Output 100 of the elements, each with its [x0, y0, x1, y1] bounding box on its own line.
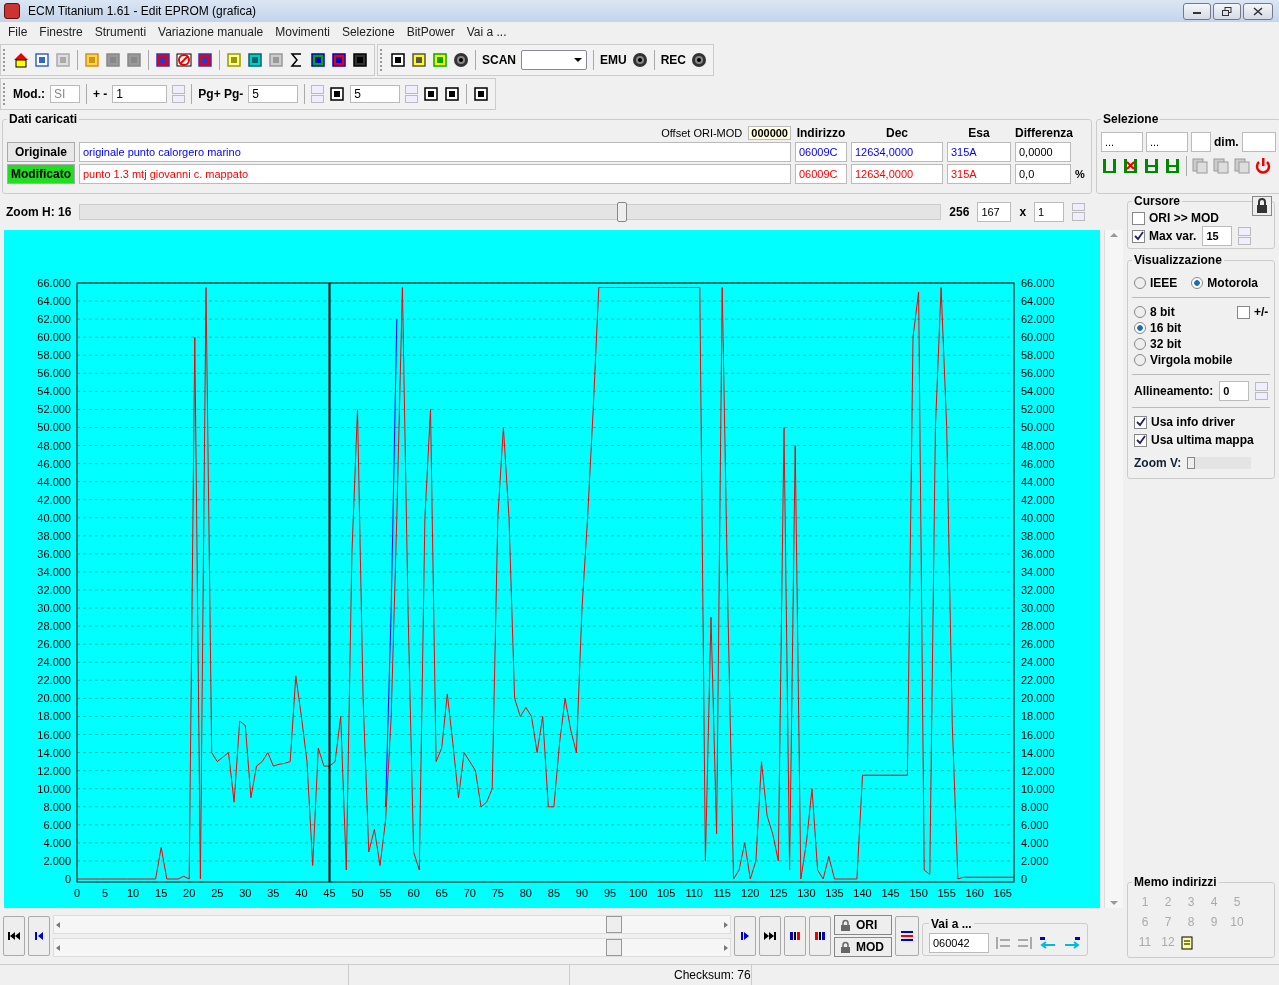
square-icon[interactable] — [105, 52, 121, 68]
hex-field[interactable]: 315A — [947, 142, 1011, 162]
bars-icon[interactable] — [1101, 157, 1119, 175]
letter-box-icon[interactable] — [473, 86, 490, 102]
x-tick-label: 95 — [603, 886, 617, 899]
power-icon[interactable] — [1254, 157, 1272, 175]
selection-field[interactable]: ... — [1101, 132, 1143, 152]
compare-button[interactable] — [895, 916, 919, 957]
scan-dropdown[interactable] — [521, 50, 587, 70]
option-checkbox[interactable]: Usa info driver — [1134, 414, 1269, 430]
y-tick-label: 50.000 — [37, 421, 71, 434]
slider-thumb[interactable] — [1187, 457, 1196, 469]
letter-box-icon[interactable] — [423, 86, 440, 102]
arrow-right-icon[interactable] — [1063, 935, 1081, 950]
x-tick-label: 35 — [267, 886, 280, 899]
forbidden-icon[interactable] — [176, 52, 192, 68]
ori-mod-checkbox[interactable]: ORI >> MOD — [1132, 210, 1271, 226]
swap-left-button[interactable] — [784, 916, 806, 957]
y-tick-label: 30.000 — [1021, 602, 1055, 614]
x-tick-label: 70 — [463, 886, 476, 899]
minimize-button[interactable] — [1183, 2, 1211, 20]
file-name-field[interactable]: punto 1.3 mtj giovanni c. mappato — [79, 164, 791, 184]
arrow-left-icon[interactable] — [54, 920, 62, 929]
zoom-v-slider[interactable] — [1187, 457, 1252, 469]
horizontal-scrollbar[interactable] — [53, 915, 731, 935]
mod-field[interactable]: SI — [50, 85, 80, 103]
record-icon[interactable] — [453, 52, 469, 68]
restore-button[interactable] — [1213, 2, 1241, 20]
ori-button[interactable]: ORI — [834, 915, 892, 936]
record-icon[interactable] — [631, 52, 648, 68]
menu-item[interactable]: Selezione — [335, 25, 401, 39]
letter-box-icon[interactable] — [444, 86, 461, 102]
menu-item[interactable]: Movimenti — [269, 25, 336, 39]
decimal-field[interactable]: 12634,0000 — [851, 142, 943, 162]
scroll-thumb[interactable] — [606, 916, 622, 934]
format-radio[interactable]: Motorola — [1191, 275, 1259, 291]
address-field[interactable]: 06009C — [795, 164, 847, 184]
slider-thumb[interactable] — [617, 201, 628, 222]
decimal-field[interactable]: 12634,0000 — [851, 164, 943, 184]
stack-bars-icon[interactable] — [1164, 157, 1182, 175]
vertical-scrollbar[interactable] — [1104, 229, 1123, 909]
arrow-right-icon[interactable] — [722, 920, 730, 929]
y-tick-label: 8.000 — [1021, 800, 1049, 813]
alignment-field[interactable]: 0 — [1219, 381, 1250, 401]
width-radio[interactable]: Virgola mobile — [1134, 352, 1233, 368]
menu-item[interactable]: Strumenti — [88, 25, 153, 39]
prev-button[interactable] — [28, 916, 50, 957]
zoom-h-slider[interactable] — [79, 203, 942, 220]
record-icon[interactable] — [691, 52, 708, 68]
zoom-value-field[interactable]: 167 — [977, 201, 1012, 222]
first-button[interactable] — [3, 916, 25, 957]
width-radio[interactable]: 8 bit — [1134, 304, 1175, 320]
option-checkbox[interactable]: Usa ultima mappa — [1134, 432, 1269, 448]
menu-item[interactable]: Variazione manuale — [152, 25, 270, 39]
menu-item[interactable]: Vai a ... — [460, 25, 513, 39]
mod-button[interactable]: MOD — [834, 937, 892, 958]
x-tick-label: 0 — [73, 886, 81, 899]
max-var-field[interactable]: 15 — [1202, 226, 1233, 246]
width-radio[interactable]: 32 bit — [1134, 336, 1182, 352]
y-tick-label: 64.000 — [37, 294, 71, 307]
difference-field[interactable]: 0,0 — [1015, 164, 1071, 184]
page-field[interactable]: 5 — [248, 85, 299, 103]
selection-field[interactable]: ... — [1146, 132, 1188, 152]
row-label-button[interactable]: Modificato — [7, 164, 75, 184]
menu-item[interactable]: BitPower — [400, 25, 461, 39]
sign-checkbox[interactable]: +/- — [1237, 304, 1269, 320]
width-radio[interactable]: 16 bit — [1134, 320, 1182, 336]
zoom-factor-field[interactable]: 1 — [1034, 201, 1065, 222]
menu-item[interactable]: Finestre — [33, 25, 89, 39]
arrow-left-icon[interactable] — [1039, 935, 1057, 950]
max-var-checkbox[interactable]: Max var. — [1132, 228, 1197, 244]
plus-bars-icon[interactable] — [1143, 157, 1161, 175]
house-icon[interactable] — [13, 52, 29, 68]
close-button[interactable] — [1243, 2, 1273, 20]
step-field[interactable]: 1 — [112, 85, 168, 103]
hex-field[interactable]: 315A — [947, 164, 1011, 184]
address-field[interactable]: 06009C — [795, 142, 847, 162]
offset-value: 000000 — [748, 126, 791, 140]
file-name-field[interactable]: originale punto calorgero marino — [79, 142, 791, 162]
menu-item[interactable]: File — [2, 25, 34, 39]
y-tick-label: 28.000 — [1021, 620, 1055, 633]
horizontal-scrollbar[interactable] — [53, 938, 731, 958]
next-button[interactable] — [734, 916, 756, 957]
square-icon[interactable] — [126, 52, 142, 68]
x-tick-label: 80 — [519, 886, 532, 899]
cross-bars-icon[interactable] — [1122, 157, 1140, 175]
format-radio[interactable]: IEEE — [1134, 275, 1178, 291]
selection-field[interactable] — [1191, 132, 1211, 152]
p-field[interactable]: 5 — [350, 85, 401, 103]
scroll-thumb[interactable] — [606, 939, 622, 957]
arrow-left-icon[interactable] — [54, 943, 62, 952]
row-label-button[interactable]: Originale — [7, 142, 75, 162]
dim-field[interactable] — [1241, 132, 1276, 152]
last-button[interactable] — [759, 916, 781, 957]
address-field[interactable]: 060042 — [929, 932, 989, 953]
letter-box-icon[interactable] — [390, 52, 406, 68]
letter-box-icon[interactable] — [329, 86, 346, 102]
difference-field[interactable]: 0,0000 — [1015, 142, 1071, 162]
arrow-right-icon[interactable] — [722, 943, 730, 952]
swap-right-button[interactable] — [809, 916, 831, 957]
